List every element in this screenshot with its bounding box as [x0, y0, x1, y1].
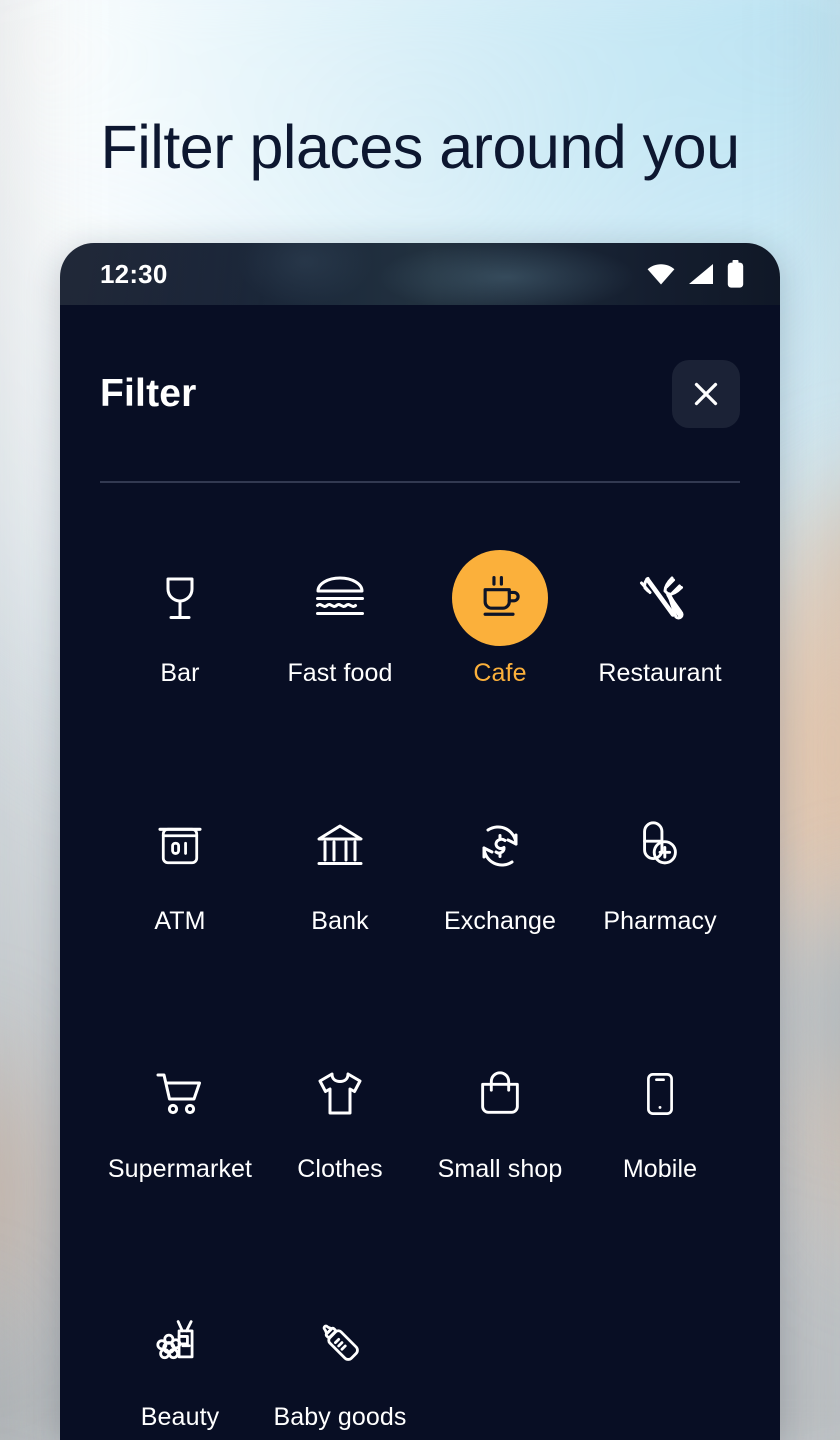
category-item-pharmacy[interactable]: Pharmacy: [580, 798, 740, 936]
filter-sheet-header: Filter: [60, 305, 780, 483]
category-item-fast-food[interactable]: Fast food: [260, 550, 420, 688]
page-title: Filter places around you: [100, 113, 740, 181]
cellular-signal-icon: [688, 263, 714, 285]
category-label: Pharmacy: [603, 907, 717, 935]
status-bar: 12:30: [60, 243, 780, 305]
sheet-title: Filter: [100, 372, 197, 415]
close-icon: [690, 378, 722, 410]
category-item-mobile[interactable]: Mobile: [580, 1046, 740, 1184]
category-item-cafe[interactable]: Cafe: [420, 550, 580, 688]
pill-plus-icon: [612, 798, 708, 894]
category-item-baby-goods[interactable]: Baby goods: [260, 1294, 420, 1432]
category-grid: Bar Fast food Cafe Restaurant ATM Bank E…: [100, 550, 740, 1432]
category-label: Bar: [160, 659, 200, 687]
close-button[interactable]: [672, 360, 740, 428]
category-label: Exchange: [444, 907, 556, 935]
category-label: ATM: [154, 907, 206, 935]
wifi-icon: [647, 263, 675, 285]
tshirt-icon: [292, 1046, 388, 1142]
category-label: Clothes: [297, 1155, 383, 1183]
category-item-bar[interactable]: Bar: [100, 550, 260, 688]
shopping-cart-icon: [132, 1046, 228, 1142]
category-label: Supermarket: [107, 1155, 253, 1183]
status-bar-clock: 12:30: [100, 258, 168, 289]
shopping-bag-icon: [452, 1046, 548, 1142]
header-divider: [100, 481, 740, 483]
category-label: Small shop: [437, 1155, 563, 1183]
coffee-cup-icon: [452, 550, 548, 646]
category-label: Fast food: [287, 659, 393, 687]
category-item-bank[interactable]: Bank: [260, 798, 420, 936]
category-item-supermarket[interactable]: Supermarket: [100, 1046, 260, 1184]
atm-icon: [132, 798, 228, 894]
bank-building-icon: [292, 798, 388, 894]
wine-glass-icon: [132, 550, 228, 646]
category-item-exchange[interactable]: Exchange: [420, 798, 580, 936]
smartphone-icon: [612, 1046, 708, 1142]
category-item-atm[interactable]: ATM: [100, 798, 260, 936]
category-item-beauty[interactable]: Beauty: [100, 1294, 260, 1432]
category-label: Beauty: [140, 1403, 220, 1431]
fork-knife-icon: [612, 550, 708, 646]
category-label: Baby goods: [273, 1403, 407, 1431]
currency-exchange-icon: [452, 798, 548, 894]
battery-icon: [727, 260, 744, 288]
category-item-restaurant[interactable]: Restaurant: [580, 550, 740, 688]
category-label: Cafe: [473, 659, 527, 687]
category-label: Bank: [311, 907, 369, 935]
filter-sheet: Filter Bar Fast food Cafe Restaurant ATM…: [60, 305, 780, 1440]
baby-bottle-icon: [292, 1294, 388, 1390]
phone-mockup: 12:30 Filter Bar Fast food Cafe Restaura…: [60, 243, 780, 1440]
category-label: Mobile: [622, 1155, 698, 1183]
cosmetics-icon: [132, 1294, 228, 1390]
category-item-clothes[interactable]: Clothes: [260, 1046, 420, 1184]
burger-icon: [292, 550, 388, 646]
category-label: Restaurant: [598, 659, 722, 687]
category-item-small-shop[interactable]: Small shop: [420, 1046, 580, 1184]
